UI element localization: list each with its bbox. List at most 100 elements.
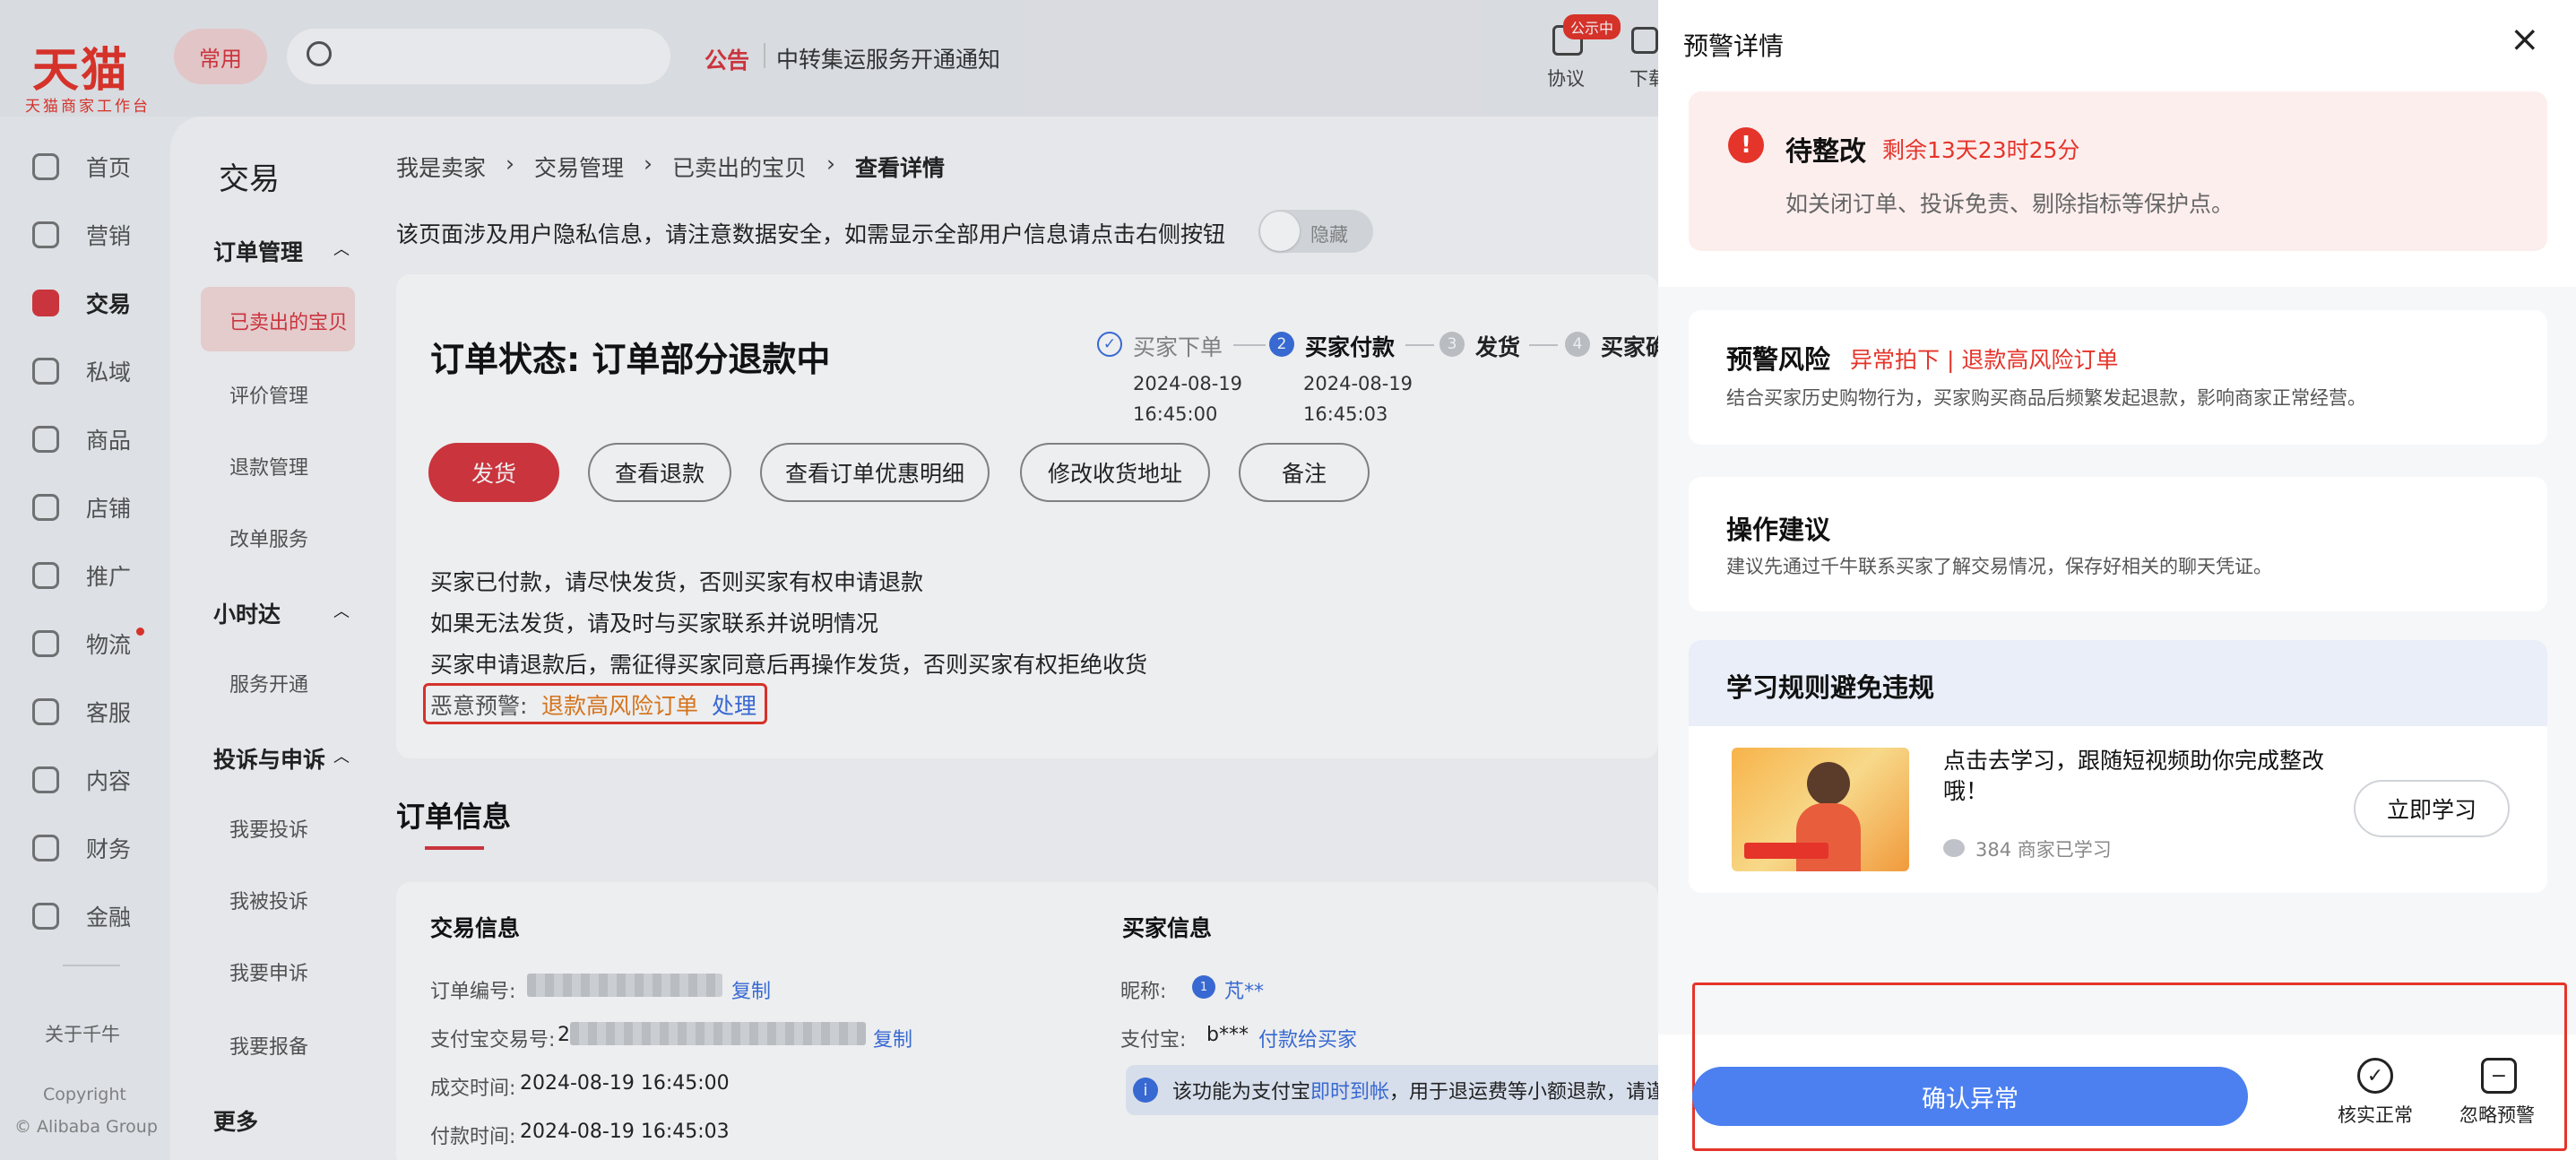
- copy-order-no-link[interactable]: 复制: [731, 975, 771, 1004]
- buyer-avatar: 1: [1192, 975, 1215, 999]
- step-label: 买家下单: [1133, 334, 1223, 360]
- copy-alipay-no-link[interactable]: 复制: [873, 1024, 912, 1052]
- nick-label: 昵称:: [1120, 981, 1167, 1003]
- nav-item-finance[interactable]: 财务: [32, 830, 131, 866]
- subnav-title: 交易: [219, 161, 280, 197]
- confirm-abnormal-button[interactable]: 确认异常: [1692, 1067, 2248, 1126]
- deal-time-value: 2024-08-19 16:45:00: [520, 1072, 730, 1095]
- ignore-warning-button[interactable]: 忽略预警: [2459, 1101, 2535, 1128]
- subnav-item-complained[interactable]: 我被投诉: [229, 886, 308, 914]
- hash-icon: [32, 766, 59, 793]
- verify-normal-button[interactable]: 核实正常: [2338, 1101, 2413, 1128]
- tip-line: 买家已付款，请尽快发货，否则买家有权申请退款: [430, 569, 924, 595]
- breadcrumb-item[interactable]: 我是卖家: [396, 151, 486, 183]
- alert-icon: !: [1728, 127, 1764, 163]
- step-label: 发货: [1475, 334, 1521, 360]
- store-icon: [32, 494, 59, 521]
- instant-transfer-link[interactable]: 即时到帐: [1310, 1081, 1389, 1104]
- nav-item-store[interactable]: 店铺: [32, 489, 131, 525]
- nav-item-private[interactable]: 私域: [32, 353, 131, 389]
- risk-order-link[interactable]: 退款高风险订单: [541, 688, 698, 721]
- chevron-up-icon[interactable]: ︿: [333, 744, 350, 767]
- subnav-group-complaints[interactable]: 投诉与申诉: [213, 742, 325, 775]
- risk-handle-link[interactable]: 处理: [712, 688, 756, 721]
- subnav-item-sold[interactable]: 已卖出的宝贝: [229, 307, 348, 335]
- trade-icon: [32, 290, 59, 316]
- suggestion-title: 操作建议: [1726, 515, 1831, 545]
- breadcrumb-separator: ›: [506, 151, 515, 177]
- brand-logo[interactable]: 天猫: [32, 32, 129, 100]
- nav-item-home[interactable]: 首页: [32, 149, 131, 185]
- search-icon: [307, 41, 332, 66]
- nav-item-banking[interactable]: 金融: [32, 898, 131, 934]
- notice-label: 公告: [705, 48, 750, 74]
- goods-icon: [32, 426, 59, 453]
- subnav-group-hourly[interactable]: 小时达: [213, 597, 281, 629]
- privacy-toggle-knob[interactable]: [1260, 212, 1300, 251]
- learn-now-button[interactable]: 立即学习: [2354, 780, 2510, 837]
- nav-item-logistics[interactable]: 物流: [32, 626, 131, 662]
- subnav-item-reviews[interactable]: 评价管理: [229, 380, 308, 409]
- risk-card-tag: 异常拍下 | 退款高风险订单: [1850, 347, 2119, 373]
- subnav-more[interactable]: 更多: [213, 1104, 258, 1137]
- nav-item-service[interactable]: 客服: [32, 694, 131, 730]
- view-refund-button[interactable]: 查看退款: [588, 443, 731, 502]
- close-icon[interactable]: ×: [2510, 22, 2540, 57]
- breadcrumb-item[interactable]: 交易管理: [534, 151, 624, 183]
- nav-item-marketing[interactable]: 营销: [32, 217, 131, 253]
- remark-button[interactable]: 备注: [1239, 443, 1370, 502]
- pending-fix-card: [1689, 91, 2547, 251]
- subnav-item-complain[interactable]: 我要投诉: [229, 814, 308, 843]
- download-icon[interactable]: [1631, 27, 1658, 54]
- breadcrumb-current: 查看详情: [855, 155, 946, 181]
- nav-item-trade[interactable]: 交易: [32, 285, 131, 321]
- buyer-nick-link[interactable]: 芃**: [1224, 975, 1264, 1004]
- subnav-item-refunds[interactable]: 退款管理: [229, 452, 308, 480]
- coin-icon: [32, 903, 59, 930]
- order-info-card: [396, 882, 1658, 1160]
- step-label: 买家付款: [1305, 334, 1396, 360]
- protocol-label[interactable]: 协议: [1547, 65, 1585, 91]
- users-icon: [32, 358, 59, 385]
- chevron-up-icon[interactable]: ︿: [333, 237, 350, 260]
- breadcrumb-item[interactable]: 已卖出的宝贝: [672, 151, 807, 183]
- edit-address-button[interactable]: 修改收货地址: [1020, 443, 1210, 502]
- ship-button[interactable]: 发货: [428, 443, 559, 502]
- pay-time-value: 2024-08-19 16:45:03: [520, 1121, 730, 1143]
- search-input[interactable]: [287, 29, 670, 84]
- subnav-item-activate[interactable]: 服务开通: [229, 669, 308, 697]
- tip-line: 买家申请退款后，需征得买家同意后再操作发货，否则买家有权拒绝收货: [430, 652, 1148, 678]
- thumbnail-banner: [1744, 843, 1828, 859]
- subnav-group-orders[interactable]: 订单管理: [213, 235, 303, 267]
- thumbnail-presenter-body: [1796, 803, 1861, 871]
- logistics-notification-dot: [136, 628, 144, 636]
- chevron-up-icon[interactable]: ︿: [333, 599, 350, 622]
- check-circle-icon[interactable]: ✓: [2357, 1058, 2393, 1094]
- breadcrumb-separator: ›: [826, 151, 836, 177]
- pay-buyer-link[interactable]: 付款给买家: [1258, 1024, 1357, 1052]
- yuan-icon: [32, 835, 59, 861]
- nav-item-promote[interactable]: 推广: [32, 558, 131, 593]
- subnav-item-appeal[interactable]: 我要申诉: [229, 957, 308, 986]
- about-link[interactable]: 关于千牛: [45, 1020, 120, 1047]
- pay-time-label: 付款时间:: [430, 1126, 516, 1148]
- step-connector: [1233, 344, 1266, 346]
- truck-icon: [32, 630, 59, 657]
- subnav-item-modify[interactable]: 改单服务: [229, 524, 308, 552]
- nav-divider: [63, 965, 120, 966]
- view-discount-button[interactable]: 查看订单优惠明细: [760, 443, 990, 502]
- subnav-item-report[interactable]: 我要报备: [229, 1031, 308, 1060]
- common-button[interactable]: 常用: [174, 29, 267, 84]
- nav-item-content[interactable]: 内容: [32, 762, 131, 798]
- location-icon: [32, 562, 59, 589]
- step-time: 16:45:00: [1133, 403, 1218, 425]
- nav-item-goods[interactable]: 商品: [32, 421, 131, 457]
- minus-square-icon[interactable]: −: [2481, 1058, 2517, 1094]
- tip-line: 如果无法发货，请及时与买家联系并说明情况: [430, 610, 879, 636]
- pending-fix-title: 待整改: [1785, 136, 1866, 168]
- alipay-note-text: 该功能为支付宝即时到帐，用于退运费等小额退款，请谨: [1172, 1081, 1666, 1104]
- pending-fix-desc: 如关闭订单、投诉免责、剔除指标等保护点。: [1785, 191, 2235, 217]
- order-info-title: 订单信息: [396, 800, 512, 834]
- notice-link[interactable]: 中转集运服务开通通知: [776, 42, 1000, 74]
- breadcrumb-separator: ›: [644, 151, 653, 177]
